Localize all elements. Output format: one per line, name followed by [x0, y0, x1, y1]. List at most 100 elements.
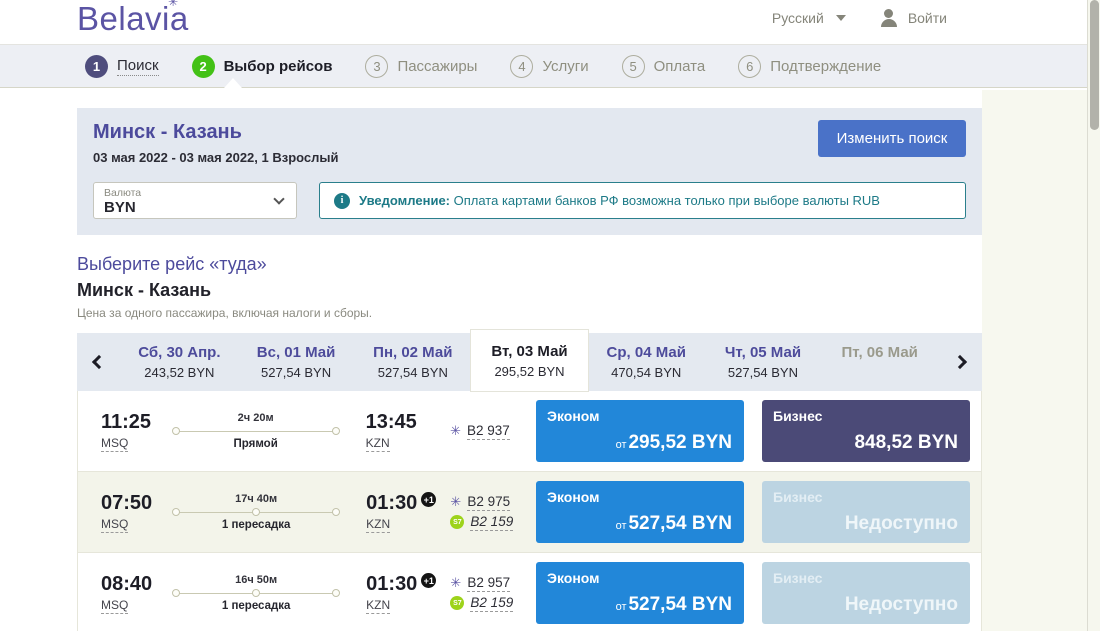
- next-dates-button[interactable]: [938, 333, 982, 391]
- currency-select[interactable]: Валюта BYN: [93, 182, 297, 219]
- arrival-time: 13:45: [366, 411, 417, 434]
- airline-row: ✳ B2 957: [450, 575, 536, 592]
- date-tab-price: 243,52 BYN: [144, 365, 214, 380]
- date-tab-label: Пт, 06 Май: [841, 344, 917, 361]
- date-tab-selected[interactable]: Вт, 03 Май 295,52 BYN: [471, 330, 588, 391]
- business-fare-button[interactable]: Бизнес 848,52 BYN: [762, 400, 970, 462]
- date-tab[interactable]: Пн, 02 Май 527,54 BYN: [354, 333, 471, 391]
- date-tab-price: 527,54 BYN: [378, 365, 448, 380]
- fare-class-label: Эконом: [547, 408, 600, 424]
- fare-class-label: Эконом: [547, 570, 600, 586]
- departure-info: 11:25 MSQ: [101, 411, 152, 452]
- prev-dates-button[interactable]: [77, 333, 121, 391]
- arrival-time: 01:30: [366, 492, 417, 515]
- step-number: 3: [365, 55, 388, 78]
- step-flight-selection[interactable]: 2 Выбор рейсов: [192, 55, 333, 78]
- arrival-airport-code[interactable]: KZN: [366, 436, 390, 452]
- step-number: 4: [510, 55, 533, 78]
- active-step-pointer: [224, 78, 242, 88]
- arrival-time: 01:30: [366, 573, 417, 596]
- econom-fare-button[interactable]: Эконом от295,52 BYN: [536, 400, 744, 462]
- step-passengers: 3 Пассажиры: [365, 55, 477, 78]
- fare-class-label: Бизнес: [773, 570, 822, 586]
- flight-duration: 2ч 20м: [238, 412, 274, 424]
- fare-price: 527,54 BYN: [628, 513, 732, 534]
- flight-row: 11:25 MSQ 2ч 20м Прямой 13:45 KZN ✳: [78, 391, 981, 472]
- login-button[interactable]: Войти: [880, 9, 947, 27]
- date-tab-label: Пн, 02 Май: [373, 344, 452, 361]
- airline-row: ✳ B2 937: [450, 423, 536, 440]
- departure-airport-code[interactable]: MSQ: [101, 436, 128, 452]
- step-confirmation: 6 Подтверждение: [738, 55, 881, 78]
- date-tabs-bar: Сб, 30 Апр. 243,52 BYN Вс, 01 Май 527,54…: [77, 333, 982, 391]
- step-number: 5: [622, 55, 645, 78]
- departure-time: 11:25: [101, 411, 152, 434]
- belavia-icon: ✳: [450, 425, 461, 438]
- route-timeline: [172, 426, 340, 436]
- step-payment: 5 Оплата: [622, 55, 706, 78]
- route-info: 17ч 40м 1 пересадка: [172, 493, 340, 531]
- stops-label: 1 пересадка: [222, 600, 291, 612]
- flight-duration: 17ч 40м: [235, 493, 277, 505]
- business-fare-unavailable: Бизнес Недоступно: [762, 562, 970, 624]
- step-number: 2: [192, 55, 215, 78]
- date-tab-price: 527,54 BYN: [261, 365, 331, 380]
- currency-label: Валюта: [104, 187, 286, 199]
- top-bar-right: Русский Войти: [772, 9, 947, 27]
- user-icon: [880, 9, 898, 27]
- step-label: Подтверждение: [770, 58, 881, 75]
- arrival-airport-code[interactable]: KZN: [366, 517, 390, 533]
- s7-airlines-icon: S7: [450, 596, 464, 610]
- departure-airport-code[interactable]: MSQ: [101, 517, 128, 533]
- flight-number-link[interactable]: B2 159: [470, 514, 513, 531]
- page: Belavia ✳ Русский Войти 1 Поиск 2 Выбор …: [0, 0, 1100, 631]
- date-tab-price: 295,52 BYN: [494, 364, 564, 379]
- flight-number-link[interactable]: B2 975: [467, 494, 510, 511]
- step-label: Пассажиры: [397, 58, 477, 75]
- arrival-info: 13:45 KZN: [366, 411, 437, 452]
- departure-airport-code[interactable]: MSQ: [101, 598, 128, 614]
- language-label: Русский: [772, 10, 824, 26]
- fare-class-label: Эконом: [547, 489, 600, 505]
- change-search-button[interactable]: Изменить поиск: [818, 120, 966, 157]
- date-tab[interactable]: Сб, 30 Апр. 243,52 BYN: [121, 333, 238, 391]
- plus-day-badge: +1: [421, 573, 436, 588]
- belavia-icon: ✳: [450, 496, 461, 509]
- arrival-airport-code[interactable]: KZN: [366, 598, 390, 614]
- step-services: 4 Услуги: [510, 55, 588, 78]
- stops-label: Прямой: [233, 438, 277, 450]
- flight-number-link[interactable]: B2 937: [467, 423, 510, 440]
- econom-fare-button[interactable]: Эконом от527,54 BYN: [536, 481, 744, 543]
- flight-number-link[interactable]: B2 957: [467, 575, 510, 592]
- select-flight-title: Выберите рейс «туда»: [77, 254, 982, 275]
- language-selector[interactable]: Русский: [772, 10, 846, 26]
- flight-number-link[interactable]: B2 159: [470, 595, 513, 612]
- business-fare-unavailable: Бизнес Недоступно: [762, 481, 970, 543]
- select-flight-route: Минск - Казань: [77, 280, 982, 301]
- s7-airlines-icon: S7: [450, 515, 464, 529]
- econom-fare-button[interactable]: Эконом от527,54 BYN: [536, 562, 744, 624]
- belavia-logo[interactable]: Belavia ✳: [77, 0, 189, 38]
- arrival-info: 01:30 +1 KZN: [366, 573, 436, 614]
- date-tab[interactable]: Ср, 04 Май 470,54 BYN: [588, 333, 705, 391]
- currency-value: BYN: [104, 199, 286, 216]
- step-label: Поиск: [117, 57, 159, 76]
- scrollbar-thumb[interactable]: [1090, 0, 1099, 130]
- step-label: Выбор рейсов: [224, 58, 333, 75]
- step-search[interactable]: 1 Поиск: [85, 55, 159, 78]
- scrollbar-track[interactable]: [1087, 0, 1100, 631]
- search-summary-panel: Минск - Казань 03 мая 2022 - 03 мая 2022…: [77, 108, 982, 235]
- main-content: Минск - Казань 03 мая 2022 - 03 мая 2022…: [77, 88, 982, 631]
- top-bar: Belavia ✳ Русский Войти: [0, 0, 1087, 44]
- fare-class-label: Бизнес: [773, 489, 822, 505]
- snowflake-icon: ✳: [168, 0, 178, 9]
- fare-price: 527,54 BYN: [628, 594, 732, 615]
- date-tab[interactable]: Чт, 05 Май 527,54 BYN: [705, 333, 822, 391]
- date-tab[interactable]: Вс, 01 Май 527,54 BYN: [238, 333, 355, 391]
- route-info: 2ч 20м Прямой: [172, 412, 340, 450]
- stops-label: 1 пересадка: [222, 519, 291, 531]
- page-background-strip: [982, 90, 1087, 631]
- flight-row: 07:50 MSQ 17ч 40м 1 пересадка 01:30+1 KZ…: [78, 472, 981, 553]
- summary-controls-row: Валюта BYN i Уведомление: Оплата картами…: [93, 182, 966, 219]
- flight-row: 08:40 MSQ 16ч 50м 1 пересадка 01:30+1 KZ…: [78, 553, 981, 631]
